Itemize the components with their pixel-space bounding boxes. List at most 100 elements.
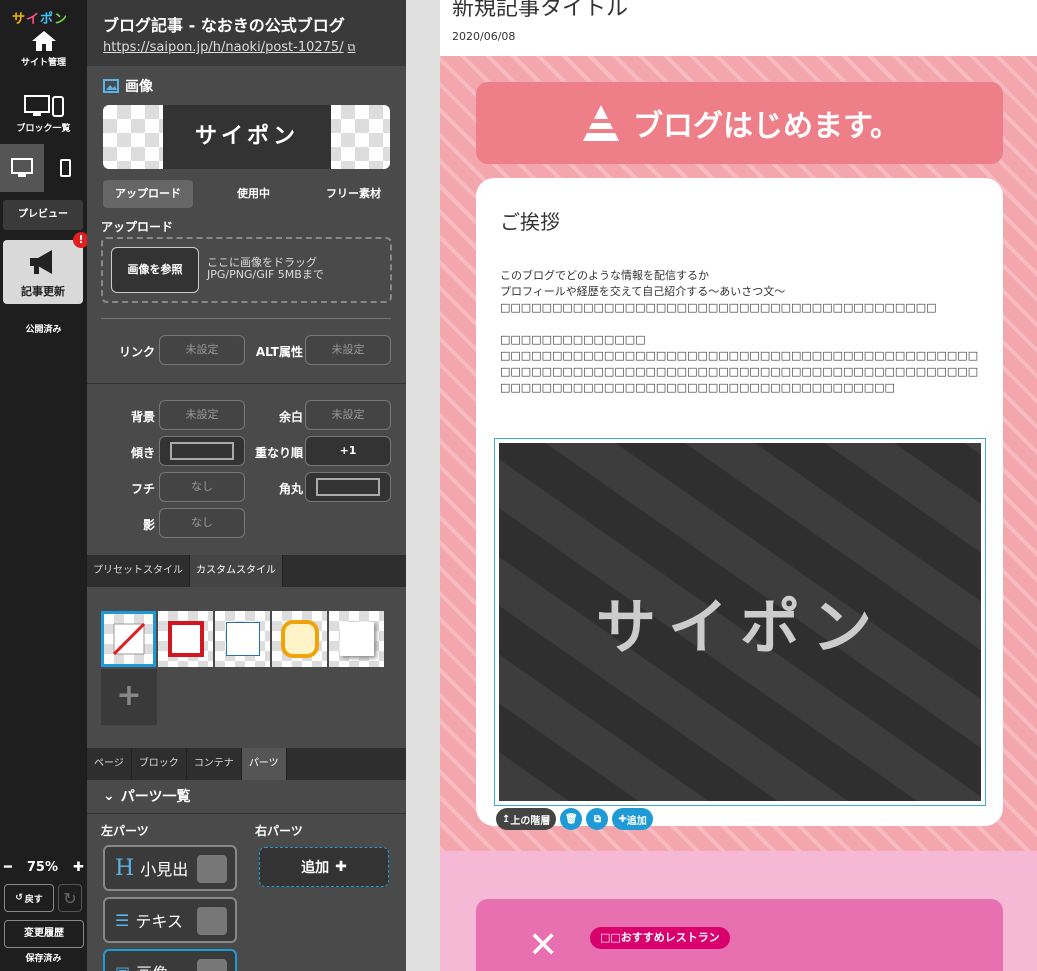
shadow-preview bbox=[339, 622, 374, 656]
part-heading[interactable]: H 小見出 bbox=[103, 845, 237, 891]
right-parts-label: 右パーツ bbox=[255, 824, 303, 838]
zoom-out-button[interactable]: ━ bbox=[4, 860, 12, 875]
saipon-logo[interactable]: サイポン bbox=[12, 8, 68, 27]
parent-level-button[interactable]: ↥ 上の階層 bbox=[496, 808, 557, 830]
restaurant-card[interactable]: ✕ □□おすすめレストラン bbox=[476, 899, 1003, 971]
block-list-button[interactable]: ブロック一覧 bbox=[0, 94, 87, 134]
block-list-label: ブロック一覧 bbox=[16, 124, 71, 134]
banner-heading[interactable]: ブログはじめます。 bbox=[476, 82, 1003, 164]
image-source-tabs: アップロード 使用中 フリー素材 bbox=[103, 180, 393, 208]
background-label: 背景 bbox=[130, 410, 155, 424]
device-visibility-icon[interactable] bbox=[197, 907, 227, 935]
background-field[interactable]: 未設定 bbox=[159, 400, 245, 430]
browse-image-button[interactable]: 画像を参照 bbox=[111, 247, 199, 293]
copy-icon: ⧉ bbox=[593, 813, 601, 825]
tilt-label: 傾き bbox=[130, 446, 155, 460]
upload-dropzone[interactable]: 画像を参照 ここに画像をドラッグ JPG/PNG/GIF 5MBまで bbox=[101, 237, 392, 303]
tab-block[interactable]: ブロック bbox=[132, 748, 187, 780]
trash-icon: 🗑 bbox=[565, 813, 578, 825]
undo-button[interactable]: ↺ 戻す bbox=[4, 884, 54, 912]
fork-knife-icon: ✕ bbox=[528, 925, 559, 966]
megaphone-icon bbox=[30, 250, 52, 274]
shadow-field[interactable]: なし bbox=[159, 508, 245, 538]
pink-block[interactable]: ブログはじめます。 ご挨拶 このブログでどのような情報を配信するか プロフィール… bbox=[440, 56, 1037, 851]
image-icon bbox=[103, 79, 119, 93]
site-manage-button[interactable]: サイト管理 bbox=[0, 30, 87, 68]
add-right-part-button[interactable]: 追加 ✚ bbox=[259, 847, 389, 887]
site-manage-label: サイト管理 bbox=[20, 58, 66, 68]
page-title: ブログ記事 - なおきの公式ブログ bbox=[103, 16, 345, 35]
drop-hint: ここに画像をドラッグ JPG/PNG/GIF 5MBまで bbox=[207, 257, 324, 281]
tab-custom-style[interactable]: カスタムスタイル bbox=[190, 555, 283, 587]
style-swatch-rounded-yellow[interactable] bbox=[272, 611, 327, 667]
style-swatch-thin-frame[interactable] bbox=[215, 611, 270, 667]
tab-in-use[interactable]: 使用中 bbox=[225, 180, 282, 208]
tab-container[interactable]: コンテナ bbox=[187, 748, 242, 780]
plus-icon: ✚ bbox=[335, 859, 347, 875]
panel-gap bbox=[406, 0, 440, 971]
text-align-icon: ☰ bbox=[115, 910, 130, 930]
selected-image-part[interactable]: サイポン bbox=[494, 438, 986, 806]
body-line: □□□□□□□□□□□□□□□□□□□□□□□□□□□□□□□□□□□□□□□□… bbox=[500, 349, 979, 394]
add-part-inline-button[interactable]: ✚ 追加 bbox=[612, 808, 653, 830]
delete-button[interactable]: 🗑 bbox=[560, 808, 583, 830]
upload-label: アップロード bbox=[101, 220, 174, 234]
tab-preset-style[interactable]: プリセットスタイル bbox=[87, 555, 190, 587]
history-button[interactable]: 変更履歴 bbox=[4, 920, 84, 948]
part-image[interactable]: ▣ 画像 bbox=[103, 949, 237, 971]
article-body[interactable]: このブログでどのような情報を配信するか プロフィールや経歴を交えて自己紹介する～… bbox=[500, 268, 986, 396]
duplicate-button[interactable]: ⧉ bbox=[586, 808, 609, 830]
update-article-button[interactable]: ! 記事更新 bbox=[3, 232, 89, 304]
add-style-button[interactable]: + bbox=[101, 669, 157, 725]
desktop-icon bbox=[11, 158, 33, 177]
rounded-yellow-preview bbox=[280, 620, 319, 658]
part-text[interactable]: ☰ テキス bbox=[103, 897, 237, 943]
preview-button[interactable]: プレビュー bbox=[3, 200, 83, 230]
mobile-view-button[interactable] bbox=[44, 144, 87, 192]
radius-field[interactable] bbox=[305, 472, 391, 502]
banner-text: ブログはじめます。 bbox=[633, 109, 900, 144]
shadow-label: 影 bbox=[142, 518, 155, 532]
stack-order-field[interactable]: +1 bbox=[305, 436, 391, 466]
device-visibility-icon[interactable] bbox=[197, 959, 227, 971]
style-swatch-shadow[interactable] bbox=[329, 611, 384, 667]
divider bbox=[87, 813, 406, 814]
alt-label: ALT属性 bbox=[255, 345, 303, 359]
style-swatch-red-frame[interactable] bbox=[158, 611, 213, 667]
tab-upload[interactable]: アップロード bbox=[103, 180, 193, 208]
page-url-link[interactable]: https://saipon.jp/h/naoki/post-10275/⧉ bbox=[103, 40, 390, 55]
left-rail: サイポン サイト管理 ブロック一覧 プレビュー ! 記事更新 公開済み ━ 75… bbox=[0, 0, 89, 971]
image-section-title: 画像 bbox=[103, 76, 153, 96]
settings-panel: ブログ記事 - なおきの公式ブログ https://saipon.jp/h/na… bbox=[87, 0, 406, 971]
redo-button[interactable]: ↻ bbox=[58, 884, 82, 912]
tab-free-assets[interactable]: フリー素材 bbox=[314, 180, 393, 208]
part-heading-label: 小見出 bbox=[140, 860, 189, 879]
part-image-label: 画像 bbox=[136, 960, 168, 971]
style-swatch-none[interactable] bbox=[101, 611, 156, 667]
border-label: フチ bbox=[130, 482, 155, 496]
saipon-image: サイポン bbox=[499, 443, 981, 801]
pc-view-button[interactable] bbox=[0, 144, 44, 192]
margin-label: 余白 bbox=[278, 410, 303, 424]
divider bbox=[87, 383, 406, 384]
image-preview-text: サイポン bbox=[163, 105, 331, 169]
tab-parts[interactable]: パーツ bbox=[241, 748, 287, 780]
restaurant-block[interactable]: ✕ □□おすすめレストラン bbox=[440, 851, 1037, 971]
part-toolbar: ↥ 上の階層 🗑 ⧉ ✚ 追加 bbox=[496, 808, 653, 830]
article-title[interactable]: 新規記事タイトル bbox=[452, 0, 628, 22]
border-field[interactable]: なし bbox=[159, 472, 245, 502]
margin-field[interactable]: 未設定 bbox=[305, 400, 391, 430]
greeting-heading[interactable]: ご挨拶 bbox=[500, 206, 560, 235]
parts-list-title: パーツ一覧 bbox=[120, 789, 191, 805]
alt-field[interactable]: 未設定 bbox=[305, 335, 391, 365]
link-field[interactable]: 未設定 bbox=[159, 335, 245, 365]
device-visibility-icon[interactable] bbox=[197, 855, 227, 883]
body-line: プロフィールや経歴を交えて自己紹介する～あいさつ文～ bbox=[500, 285, 786, 298]
parts-list-header[interactable]: ⌄ パーツ一覧 bbox=[103, 786, 190, 806]
tilt-field[interactable] bbox=[159, 436, 245, 466]
zoom-in-button[interactable]: ✚ bbox=[73, 860, 84, 875]
device-toggle bbox=[0, 144, 87, 192]
content-card[interactable]: ご挨拶 このブログでどのような情報を配信するか プロフィールや経歴を交えて自己紹… bbox=[476, 178, 1003, 826]
tab-page[interactable]: ページ bbox=[87, 748, 132, 780]
publish-status: 公開済み bbox=[25, 325, 62, 335]
